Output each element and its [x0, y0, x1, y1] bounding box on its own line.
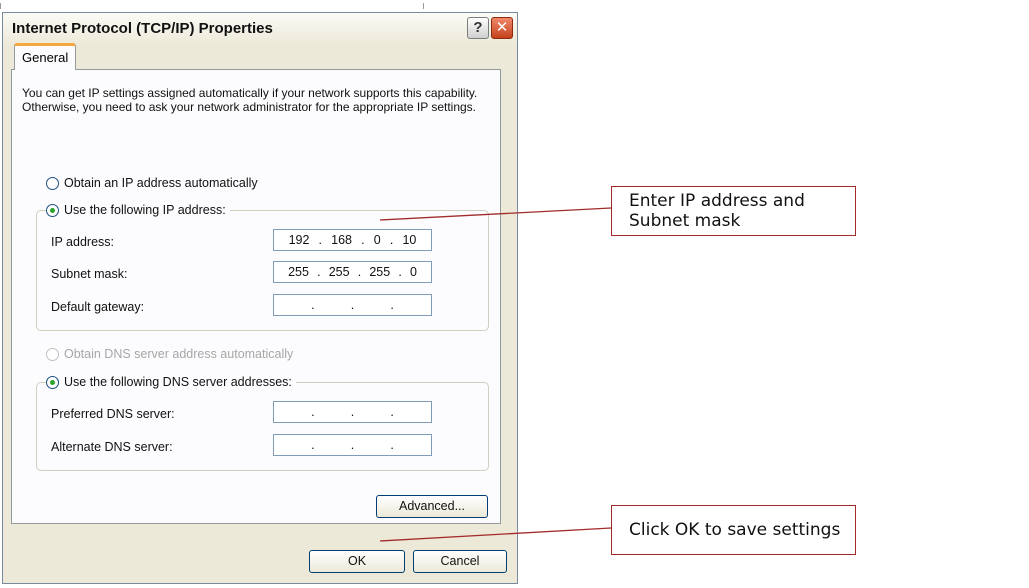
callout-ip-subnet: Enter IP address and Subnet mask [611, 186, 856, 236]
screenshot-stage: Internet Protocol (TCP/IP) Properties ? … [0, 0, 1029, 588]
callout-click-ok-text: Click OK to save settings [629, 520, 841, 540]
tab-general[interactable]: General [14, 43, 77, 70]
callout-click-ok: Click OK to save settings [611, 505, 856, 555]
callout-ip-subnet-text: Enter IP address and Subnet mask [629, 191, 805, 231]
ip-callout-leader [379, 207, 612, 221]
callout-leader-lines [379, 207, 612, 542]
ok-callout-leader [379, 527, 612, 542]
